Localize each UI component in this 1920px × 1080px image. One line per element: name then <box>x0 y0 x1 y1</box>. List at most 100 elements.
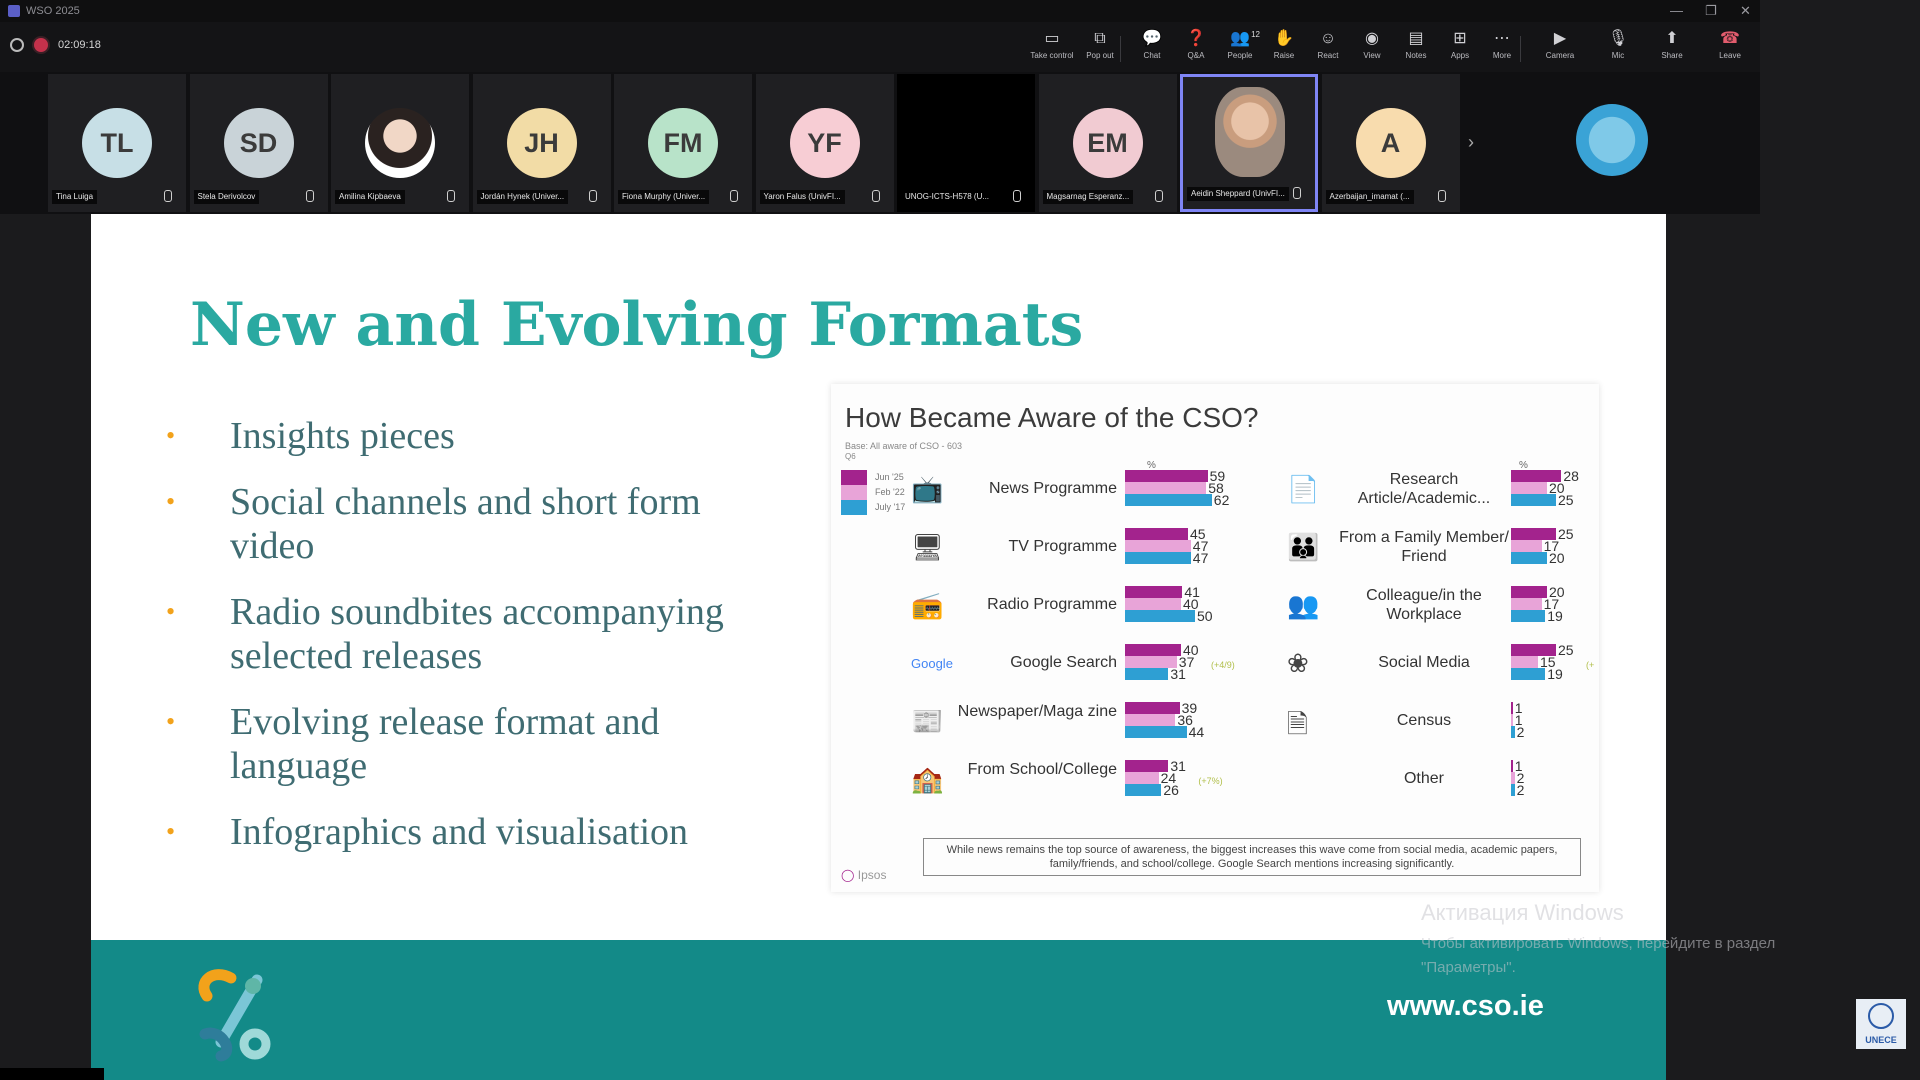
radio-icon: 📻 <box>911 590 944 620</box>
document-icon: 📄 <box>1287 474 1320 504</box>
chart-bar <box>1511 714 1513 726</box>
chart-bar <box>1511 494 1556 506</box>
shared-content-avatar[interactable] <box>1576 104 1648 176</box>
apps-button[interactable]: ⊞ Apps <box>1438 30 1482 70</box>
avatar: YF <box>789 108 860 178</box>
mic-muted-icon <box>871 190 880 202</box>
social-media-icon: ❀ <box>1287 648 1309 678</box>
participant-tile[interactable]: EM Magsarnag Esperanz... <box>1038 74 1177 212</box>
camera-button[interactable]: ▶ Camera <box>1538 30 1582 70</box>
chart-bar <box>1511 540 1542 552</box>
bullet-dot-icon: • <box>166 817 176 846</box>
category-label: Census <box>1396 712 1452 729</box>
avatar: EM <box>1072 108 1143 178</box>
data-label: 25 <box>1558 492 1574 508</box>
mic-muted-icon <box>730 190 738 202</box>
pop-out-button[interactable]: ⧉ Pop out <box>1078 30 1122 70</box>
mic-muted-icon <box>1154 190 1163 202</box>
chart-bar <box>1511 656 1538 668</box>
close-icon[interactable]: ✕ <box>1740 3 1751 19</box>
take-control-button[interactable]: ▭ Take control <box>1030 30 1074 70</box>
data-label: 2 <box>1516 724 1525 740</box>
avatar <box>365 108 435 178</box>
chart-bar <box>1125 772 1159 784</box>
participant-tile[interactable]: SD Stela Derivolcov <box>189 74 328 212</box>
bullet-item: • Radio soundbites accompanying selected … <box>166 591 724 677</box>
chevron-right-icon[interactable]: › <box>1468 132 1474 153</box>
more-button[interactable]: ⋯ More <box>1480 30 1524 70</box>
raise-button[interactable]: ✋ Raise <box>1262 30 1306 70</box>
apps-icon: ⊞ <box>1453 30 1467 47</box>
minimize-icon[interactable]: — <box>1670 3 1683 18</box>
bullet-item: • Insights pieces <box>166 415 455 457</box>
chart-bar <box>1511 784 1515 796</box>
bullet-dot-icon: • <box>166 597 176 626</box>
category-label: Social Media <box>1378 654 1470 671</box>
participant-tile[interactable]: JH Jordán Hynek (Univer... <box>472 74 611 212</box>
data-label: 31 <box>1170 666 1186 682</box>
chart-bar <box>1125 714 1176 726</box>
participant-tile[interactable]: TL Tina Luiga <box>48 74 186 212</box>
screen-icon: ▭ <box>1044 30 1060 47</box>
legend-label: Feb '22 <box>875 487 905 497</box>
bullet-dot-icon: • <box>166 707 176 736</box>
avatar: TL <box>82 108 152 178</box>
participant-name: Fiona Murphy (Univer... <box>618 190 710 204</box>
awareness-chart: How Became Aware of the CSO? Base: All a… <box>831 384 1599 892</box>
data-label: 28 <box>1563 468 1579 484</box>
participant-tile[interactable]: A Azerbaijan_imamat (... <box>1321 74 1460 212</box>
participant-name: Amilina Kipbaeva <box>335 190 405 204</box>
participant-tile[interactable]: Aeidin Sheppard (UnivFI... <box>1180 74 1318 212</box>
participant-name: Magsarnag Esperanz... <box>1042 190 1134 204</box>
census-doc-icon: 🗎 <box>1287 709 1308 739</box>
people-button[interactable]: 👥 People 12 <box>1218 30 1262 70</box>
window-title: WSO 2025 <box>26 5 80 17</box>
mic-button[interactable]: 🎙 Mic <box>1596 30 1640 70</box>
google-icon: Google <box>911 656 953 671</box>
react-button[interactable]: ☺ React <box>1306 30 1350 70</box>
chart-question: Q6 <box>845 452 856 461</box>
qa-icon: ❓ <box>1186 30 1206 47</box>
window-title-bar: WSO 2025 — ❐ ✕ <box>0 0 1760 22</box>
phone-icon: ☎ <box>1720 30 1740 47</box>
chat-button[interactable]: 💬 Chat <box>1130 30 1174 70</box>
share-button[interactable]: ⬆ Share <box>1650 30 1694 70</box>
shield-icon <box>10 38 24 52</box>
data-label: 25 <box>1558 526 1574 542</box>
participant-tile[interactable]: UNOG-ICTS-H578 (U... <box>897 74 1035 212</box>
q-a-button[interactable]: ❓ Q&A <box>1174 30 1218 70</box>
mic-muted-icon <box>1293 187 1301 199</box>
category-label: Research Article/Academic... <box>1357 471 1491 507</box>
data-label: 44 <box>1188 724 1205 740</box>
caption-strip <box>0 1068 104 1080</box>
leave-button[interactable]: ☎ Leave <box>1708 30 1752 70</box>
meeting-toolbar: 02:09:18 ▭ Take control ⧉ Pop out 💬 Chat ❓ Q&A 👥… <box>0 22 1760 72</box>
participant-video <box>1215 87 1285 177</box>
change-annotation: (+4/9) <box>1211 660 1235 670</box>
windows-activation-watermark: Активация Windows Чтобы активировать Win… <box>1421 900 1776 976</box>
chart-bar <box>1511 760 1513 772</box>
avatar: SD <box>223 108 294 178</box>
legend-label: Jun '25 <box>875 472 904 482</box>
maximize-icon[interactable]: ❐ <box>1705 3 1717 19</box>
mic-muted-icon <box>588 190 597 202</box>
notes-button[interactable]: ▤ Notes <box>1394 30 1438 70</box>
cso-logo-icon <box>198 969 271 1062</box>
participant-tile[interactable]: FM Fiona Murphy (Univer... <box>614 74 752 212</box>
teams-app-icon <box>8 5 20 17</box>
category-label: TV Programme <box>1008 538 1117 555</box>
mic-muted-icon <box>164 190 172 202</box>
data-label: 50 <box>1197 608 1213 624</box>
participant-tile[interactable]: Amilina Kipbaeva <box>331 74 469 212</box>
category-label: Other <box>1403 770 1444 787</box>
chart-bar <box>1511 598 1542 610</box>
chart-note: While news remains the top source of awa… <box>923 838 1581 876</box>
colleagues-icon: 👥 <box>1287 590 1320 620</box>
view-button[interactable]: ◉ View <box>1350 30 1394 70</box>
mic-muted-icon <box>1437 190 1446 202</box>
participant-tile[interactable]: YF Yaron Falus (UnivFI... <box>755 74 894 212</box>
chart-bar <box>1125 586 1183 598</box>
mic-muted-icon <box>447 190 455 202</box>
data-label: 26 <box>1163 782 1179 798</box>
chart-title: How Became Aware of the CSO? <box>845 402 1259 433</box>
